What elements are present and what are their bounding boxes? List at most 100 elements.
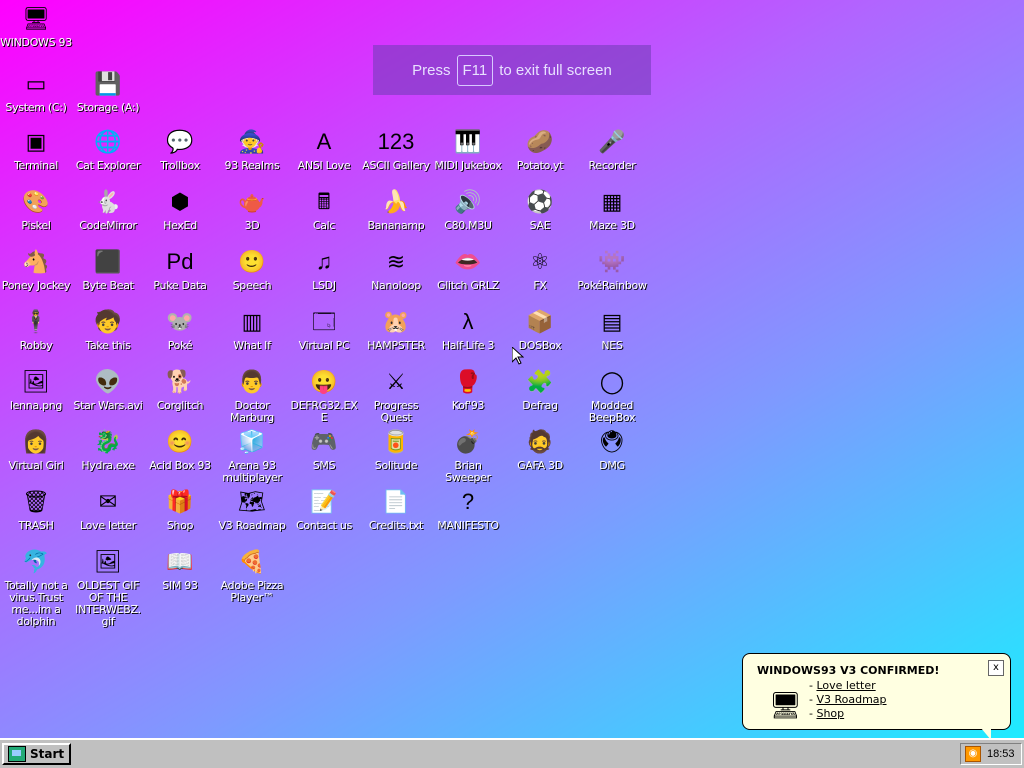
desktop-icon-totally-not-a-virus-trust-me-im-a-dolphin[interactable]: 🐬 Totally not a virus.Trust me...im a dol…: [0, 546, 72, 628]
desktop-icon-calc[interactable]: 🖩 Calc: [288, 186, 360, 232]
start-label: Start: [30, 747, 65, 761]
desktop-icon-v3-roadmap[interactable]: 🗺 V3 Roadmap: [216, 486, 288, 532]
icon-label: MIDI Jukebox: [434, 159, 502, 172]
app-icon: 🎹: [454, 129, 482, 154]
icon-label: SAE: [529, 219, 551, 232]
desktop-icon-hydra-exe[interactable]: 🐉 Hydra.exe: [72, 426, 144, 472]
desktop-icon-lsdj[interactable]: ♫ LSDJ: [288, 246, 360, 292]
start-button[interactable]: Start: [2, 743, 71, 765]
desktop-icon-potato-yt[interactable]: 🥔 Potato.yt: [504, 126, 576, 172]
desktop-icon-puke-data[interactable]: Pd Puke Data: [144, 246, 216, 292]
desktop-icon-system-c[interactable]: ▭ System (C:): [0, 68, 72, 114]
desktop-icon-shop[interactable]: 🎁 Shop: [144, 486, 216, 532]
desktop-icon-terminal[interactable]: ▣ Terminal: [0, 126, 72, 172]
desktop-icon-half-life-3[interactable]: λ Half-Life 3: [432, 306, 504, 352]
desktop-icon-kof-93[interactable]: 🥊 Kof'93: [432, 366, 504, 412]
desktop-icon-corglitch[interactable]: 🐕 Corglitch: [144, 366, 216, 412]
desktop-icon-brian-sweeper[interactable]: 💣 Brian Sweeper: [432, 426, 504, 484]
app-icon: 🐬: [22, 549, 50, 574]
icon-label: Puke Data: [153, 279, 207, 292]
desktop-icon-byte-beat[interactable]: ⬛ Byte Beat: [72, 246, 144, 292]
desktop-icon-defrg32-exe[interactable]: 😛 DEFRG32.EXE: [288, 366, 360, 424]
desktop-icon-oldest-gif-of-the-interwebz-gif[interactable]: 🖼 OLDEST GIF OF THE INTERWEBZ.gif: [72, 546, 144, 628]
desktop-icon-hexed[interactable]: ⬢ HexEd: [144, 186, 216, 232]
desktop-icon-speech[interactable]: 🙂 Speech: [216, 246, 288, 292]
desktop-icon-nes[interactable]: ▤ NES: [576, 306, 648, 352]
desktop-icon-trash[interactable]: 🗑 TRASH: [0, 486, 72, 532]
desktop-icon-defrag[interactable]: 🧩 Defrag: [504, 366, 576, 412]
icon-label: Star Wars.avi: [73, 399, 143, 412]
desktop-icon-windows-93[interactable]: 🖥 WINDOWS 93: [0, 3, 72, 49]
icon-label: SIM 93: [162, 579, 198, 592]
desktop-icon-contact-us[interactable]: 📝 Contact us: [288, 486, 360, 532]
icon-label: Hydra.exe: [81, 459, 135, 472]
app-icon: ?: [461, 489, 475, 514]
desktop-icon-dosbox[interactable]: 📦 DOSBox: [504, 306, 576, 352]
desktop-icon-star-wars-avi[interactable]: 👽 Star Wars.avi: [72, 366, 144, 412]
icon-label: Nanoloop: [371, 279, 421, 292]
desktop-icon-glitch-grlz[interactable]: 👄 Glitch GRLZ: [432, 246, 504, 292]
rss-icon[interactable]: ◉: [965, 746, 981, 762]
icon-label: C80.M3U: [444, 219, 492, 232]
desktop-icon-midi-jukebox[interactable]: 🎹 MIDI Jukebox: [432, 126, 504, 172]
desktop-icon-bananamp[interactable]: 🍌 Bananamp: [360, 186, 432, 232]
desktop-icon-nanoloop[interactable]: ≋ Nanoloop: [360, 246, 432, 292]
desktop-icon-pok[interactable]: 🐭 Poké: [144, 306, 216, 352]
desktop-icon-love-letter[interactable]: ✉ Love letter: [72, 486, 144, 532]
close-icon[interactable]: x: [988, 660, 1004, 676]
desktop-icon-sim-93[interactable]: 📖 SIM 93: [144, 546, 216, 592]
desktop-icon-cat-explorer[interactable]: 🌐 Cat Explorer: [72, 126, 144, 172]
app-icon: ✉: [98, 489, 118, 514]
desktop-icon-trollbox[interactable]: 💬 Trollbox: [144, 126, 216, 172]
desktop-icon-modded-beepbox[interactable]: ◯ Modded BeepBox: [576, 366, 648, 424]
desktop-icon-lenna-png[interactable]: 🖼 lenna.png: [0, 366, 72, 412]
icon-label: Corglitch: [156, 399, 204, 412]
desktop-icon-arena-93-multiplayer[interactable]: 🧊 Arena 93 multiplayer: [216, 426, 288, 484]
desktop-icon-progress-quest[interactable]: ⚔ Progress Quest: [360, 366, 432, 424]
desktop-icon-robby[interactable]: 🕴 Robby: [0, 306, 72, 352]
icon-label: Byte Beat: [82, 279, 134, 292]
icon-label: Kof'93: [451, 399, 485, 412]
desktop-icon-93-realms[interactable]: 🧙 93 Realms: [216, 126, 288, 172]
icon-label: Acid Box 93: [149, 459, 211, 472]
desktop-icon-recorder[interactable]: 🎤 Recorder: [576, 126, 648, 172]
desktop-icon-gafa-3d[interactable]: 🧔 GAFA 3D: [504, 426, 576, 472]
icon-label: Adobe Pizza Player™: [220, 579, 284, 604]
banner-key: F11: [456, 54, 494, 86]
icon-label: lenna.png: [9, 399, 63, 412]
desktop-icon-what-if[interactable]: ▥ What If: [216, 306, 288, 352]
link-v3-roadmap[interactable]: V3 Roadmap: [816, 693, 886, 706]
desktop-icon-hampster[interactable]: 🐹 HAMPSTER: [360, 306, 432, 352]
link-shop[interactable]: Shop: [816, 707, 844, 720]
icon-label: OLDEST GIF OF THE INTERWEBZ.gif: [75, 579, 141, 628]
icon-label: Poké: [167, 339, 193, 352]
desktop-icon-ansi-love[interactable]: A ANSI Love: [288, 126, 360, 172]
desktop-icon-sae[interactable]: ⚽ SAE: [504, 186, 576, 232]
desktop-icon-acid-box-93[interactable]: 😊 Acid Box 93: [144, 426, 216, 472]
icon-label: What If: [233, 339, 271, 352]
desktop-icon-dmg[interactable]: 🖲 DMG: [576, 426, 648, 472]
desktop-icon-codemirror[interactable]: 🐇 CodeMirror: [72, 186, 144, 232]
desktop-icon-virtual-pc[interactable]: 🗔 Virtual PC: [288, 306, 360, 352]
desktop-icon-doctor-marburg[interactable]: 👨 Doctor Marburg: [216, 366, 288, 424]
desktop-icon-manifesto[interactable]: ? MANIFESTO: [432, 486, 504, 532]
link-love-letter[interactable]: Love letter: [816, 679, 875, 692]
desktop-icon-pok-rainbow[interactable]: 👾 PokéRainbow: [576, 246, 648, 292]
desktop-icon-virtual-girl[interactable]: 👩 Virtual Girl: [0, 426, 72, 472]
start-logo-icon: [8, 746, 26, 762]
app-icon: 🗑: [22, 489, 50, 514]
desktop-icon-fx[interactable]: ⚛ FX: [504, 246, 576, 292]
desktop-icon-take-this[interactable]: 🧒 Take this: [72, 306, 144, 352]
desktop-icon-solitude[interactable]: 🥫 Solitude: [360, 426, 432, 472]
desktop-icon-credits-txt[interactable]: 📄 Credits.txt: [360, 486, 432, 532]
desktop-icon-ascii-gallery[interactable]: 123 ASCII Gallery: [360, 126, 432, 172]
desktop-icon-adobe-pizza-player[interactable]: 🍕 Adobe Pizza Player™: [216, 546, 288, 604]
desktop-icon-piskel[interactable]: 🎨 Piskel: [0, 186, 72, 232]
desktop-icon-poney-jockey[interactable]: 🐴 Poney Jockey: [0, 246, 72, 292]
banner-rest: to exit full screen: [499, 61, 612, 79]
desktop-icon-sms[interactable]: 🎮 SMS: [288, 426, 360, 472]
desktop-icon-c80-m3u[interactable]: 🔊 C80.M3U: [432, 186, 504, 232]
desktop-icon-maze-3d[interactable]: ▦ Maze 3D: [576, 186, 648, 232]
desktop-icon-storage-a[interactable]: 💾 Storage (A:): [72, 68, 144, 114]
desktop-icon-3d[interactable]: 🫖 3D: [216, 186, 288, 232]
